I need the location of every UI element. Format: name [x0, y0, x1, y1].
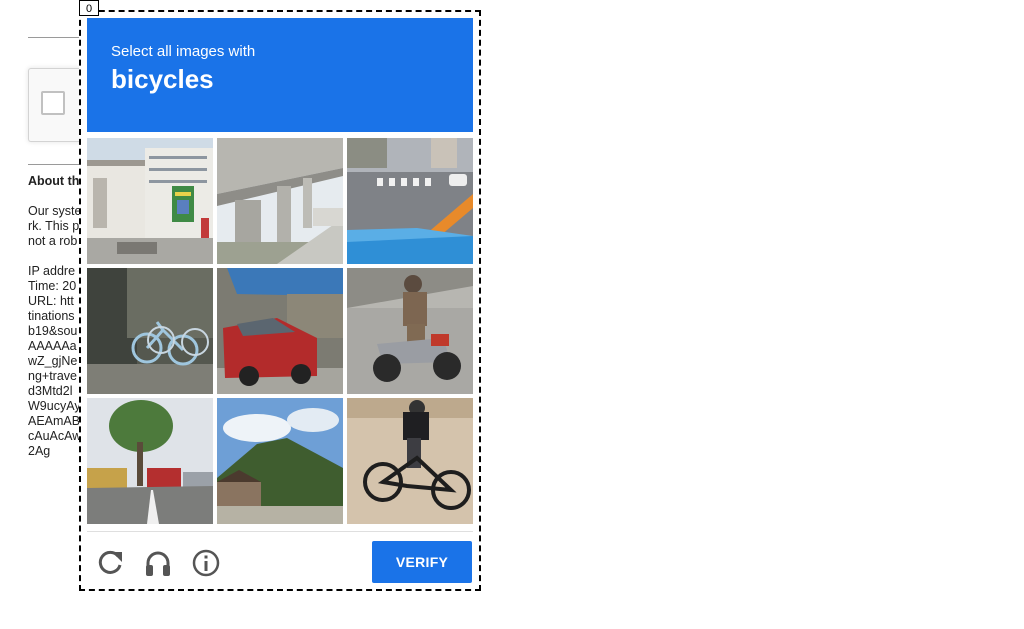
about-heading: About th — [28, 174, 80, 188]
image-tile-4[interactable] — [87, 268, 213, 394]
image-tile-1[interactable] — [87, 138, 213, 264]
image-tile-5[interactable] — [217, 268, 343, 394]
challenge-header: Select all images with bicycles — [87, 18, 473, 132]
reload-icon[interactable] — [93, 546, 127, 580]
image-tile-3[interactable] — [347, 138, 473, 264]
image-tile-2[interactable] — [217, 138, 343, 264]
system-paragraph: Our syste rk. This p not a rob — [28, 204, 82, 248]
recaptcha-checkbox[interactable] — [41, 91, 65, 115]
image-tile-6[interactable] — [347, 268, 473, 394]
verify-button[interactable]: VERIFY — [372, 541, 472, 583]
image-grid — [87, 138, 473, 524]
challenge-counter: 0 — [79, 0, 99, 16]
image-tile-8[interactable] — [217, 398, 343, 524]
target-object: bicycles — [111, 64, 214, 94]
headphones-icon[interactable] — [141, 546, 175, 580]
footer-divider — [87, 531, 473, 532]
request-details: IP addre Time: 20 URL: htt tinations b19&sou… — [28, 264, 82, 458]
image-tile-9[interactable] — [347, 398, 473, 524]
instruction-text: Select all images with — [111, 43, 256, 60]
info-icon[interactable] — [189, 546, 223, 580]
image-tile-7[interactable] — [87, 398, 213, 524]
